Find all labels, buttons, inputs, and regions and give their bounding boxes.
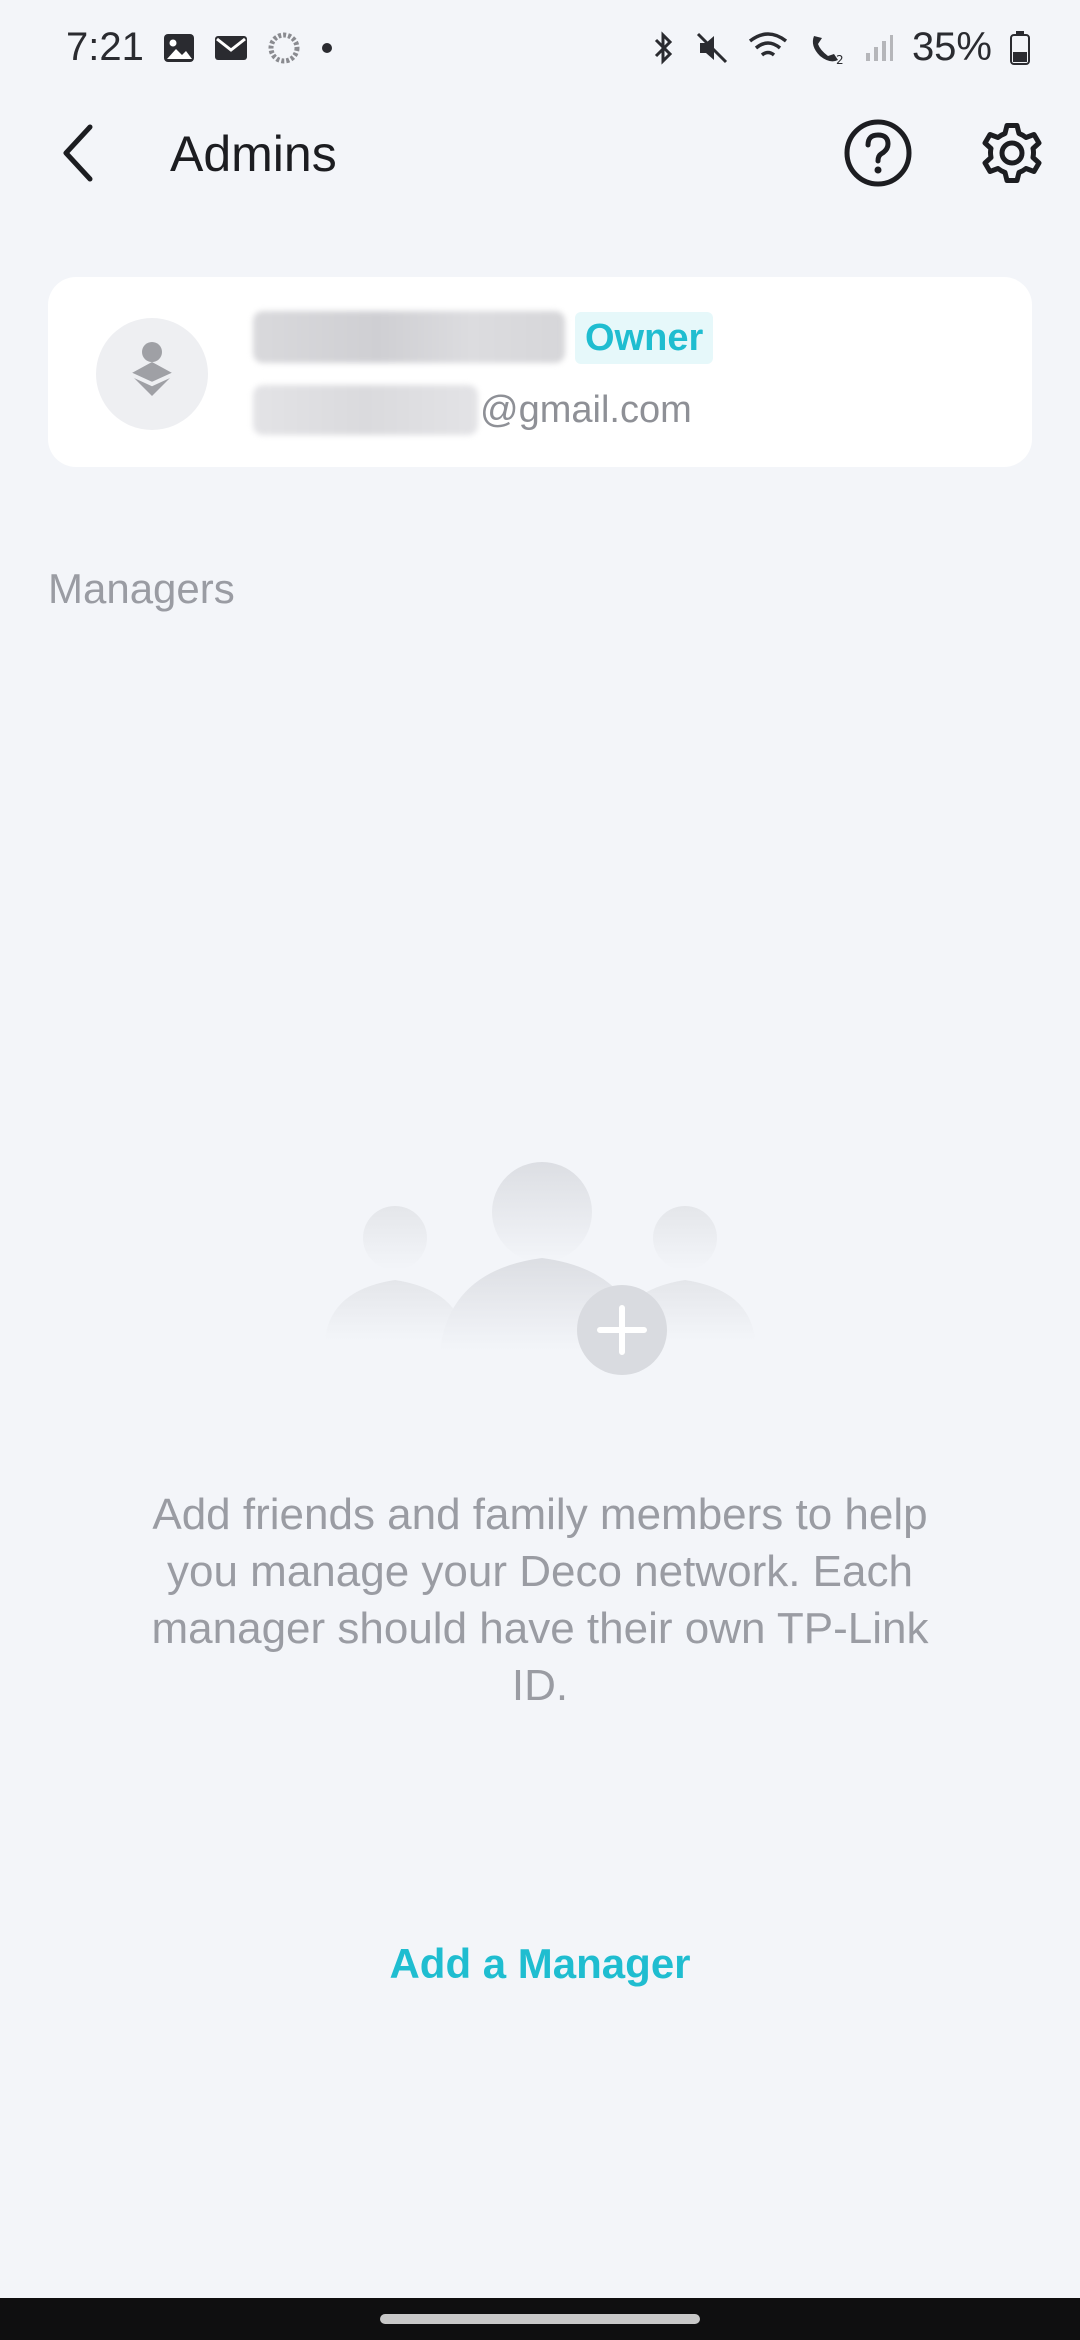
help-button[interactable] bbox=[838, 115, 918, 195]
owner-badge: Owner bbox=[575, 312, 714, 364]
owner-email-domain: @gmail.com bbox=[480, 388, 692, 431]
dot-icon bbox=[320, 41, 334, 55]
gallery-icon bbox=[162, 31, 196, 65]
svg-text:2: 2 bbox=[836, 53, 844, 66]
home-indicator[interactable] bbox=[380, 2314, 700, 2324]
page-title: Admins bbox=[170, 126, 337, 182]
owner-card[interactable]: Owner @gmail.com bbox=[48, 277, 1032, 467]
wifi-call-icon: 2 bbox=[806, 30, 846, 66]
signal-icon bbox=[864, 33, 894, 63]
system-nav-bar bbox=[0, 2298, 1080, 2340]
owner-name-redacted bbox=[253, 311, 565, 363]
bluetooth-icon bbox=[650, 30, 676, 66]
status-bar-right: 2 35% bbox=[650, 25, 1030, 70]
owner-email: @gmail.com bbox=[253, 385, 692, 435]
add-manager-button[interactable]: Add a Manager bbox=[0, 1940, 1080, 1988]
mute-icon bbox=[694, 30, 730, 66]
sync-icon bbox=[266, 30, 302, 66]
gear-icon bbox=[977, 118, 1047, 193]
status-bar: 7:21 2 35% bbox=[0, 0, 1080, 95]
battery-icon bbox=[1010, 30, 1030, 65]
user-placeholder-icon bbox=[124, 340, 180, 409]
mail-icon bbox=[214, 33, 248, 63]
help-icon bbox=[842, 117, 914, 194]
managers-empty-message: Add friends and family members to help y… bbox=[151, 1490, 929, 1710]
managers-empty-illustration bbox=[320, 1130, 760, 1390]
owner-email-redacted bbox=[253, 385, 478, 435]
settings-button[interactable] bbox=[972, 115, 1052, 195]
status-time: 7:21 bbox=[66, 25, 144, 69]
app-bar: Admins bbox=[0, 95, 1080, 215]
admins-screen: 7:21 2 35% Admins Owner @gmail.com Manag… bbox=[0, 0, 1080, 2340]
back-arrow-icon bbox=[58, 123, 98, 188]
back-button[interactable] bbox=[40, 117, 116, 193]
status-bar-left: 7:21 bbox=[66, 25, 334, 70]
battery-percent: 35% bbox=[911, 25, 992, 69]
owner-avatar bbox=[96, 318, 208, 430]
managers-section-label: Managers bbox=[48, 565, 235, 612]
wifi-icon bbox=[748, 31, 788, 65]
